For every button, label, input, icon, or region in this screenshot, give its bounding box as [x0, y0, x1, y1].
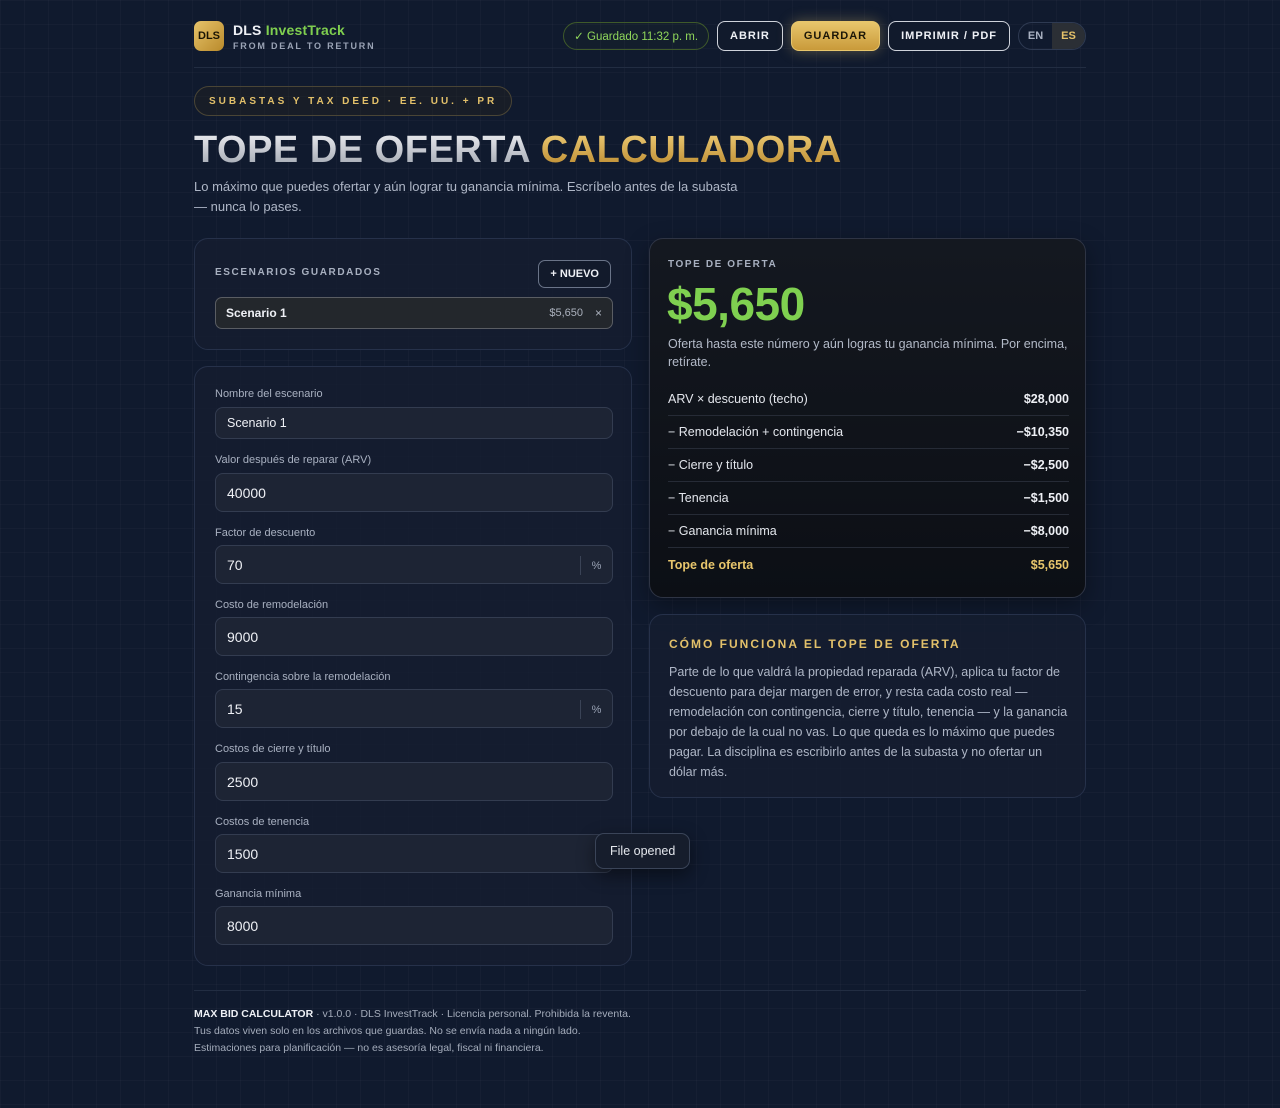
how-it-works-title: CÓMO FUNCIONA EL TOPE DE OFERTA	[669, 637, 961, 651]
page-title-part2: CALCULADORA	[540, 129, 842, 171]
footer-line-2: Tus datos viven solo en los archivos que…	[194, 1025, 581, 1037]
app-header: DLS DLS InvestTrack FROM DEAL TO RETURN …	[194, 20, 1086, 54]
page-title: TOPE DE OFERTA CALCULADORA	[194, 127, 842, 173]
category-badge: SUBASTAS Y TAX DEED · EE. UU. + PR	[194, 86, 513, 116]
breakdown-row: − Cierre y título −$2,500	[668, 449, 1069, 482]
inputs-card: Nombre del escenario Scenario 1 Valor de…	[194, 366, 632, 966]
breakdown-row: ARV × descuento (techo) $28,000	[668, 383, 1069, 416]
page-subtitle: Lo máximo que puedes ofertar y aún logra…	[194, 179, 738, 214]
logo-icon: DLS	[194, 21, 224, 51]
print-pdf-button[interactable]: IMPRIMIR / PDF	[888, 21, 1010, 51]
breakdown-label: ARV × descuento (techo)	[668, 392, 808, 406]
breakdown-value: −$2,500	[1023, 458, 1069, 472]
rehab-label: Costo de remodelación	[215, 599, 329, 611]
breakdown-label: − Remodelación + contingencia	[668, 425, 844, 439]
scenario-name-label: Nombre del escenario	[215, 388, 323, 400]
breakdown-label: − Cierre y título	[668, 458, 754, 472]
footer-line-3: Estimaciones para planificación — no es …	[194, 1042, 544, 1054]
arv-label: Valor después de reparar (ARV)	[215, 454, 372, 466]
breakdown-total-value: $5,650	[1030, 557, 1069, 572]
min-profit-label: Ganancia mínima	[215, 888, 302, 900]
breakdown-label: − Ganancia mínima	[668, 524, 777, 538]
breakdown-label: − Tenencia	[668, 491, 729, 505]
breakdown-row: − Ganancia mínima −$8,000	[668, 515, 1069, 548]
percent-suffix: %	[580, 700, 612, 719]
page-title-part1: TOPE DE OFERTA	[194, 129, 541, 171]
how-it-works-card: CÓMO FUNCIONA EL TOPE DE OFERTA Parte de…	[649, 614, 1086, 798]
new-scenario-button[interactable]: + NUEVO	[538, 260, 611, 288]
header-divider	[194, 67, 1086, 68]
header-actions: ✓ Guardado 11:32 p. m. ABRIR GUARDAR IMP…	[563, 21, 1086, 51]
closing-input[interactable]: 2500	[215, 762, 613, 801]
brand: DLS InvestTrack FROM DEAL TO RETURN	[233, 22, 375, 51]
breakdown-value: −$8,000	[1023, 524, 1069, 538]
breakdown-table: ARV × descuento (techo) $28,000 − Remode…	[668, 383, 1069, 581]
breakdown-value: $28,000	[1023, 392, 1069, 406]
breakdown-row: − Remodelación + contingencia −$10,350	[668, 416, 1069, 449]
breakdown-value: −$1,500	[1023, 491, 1069, 505]
scenario-name-input[interactable]: Scenario 1	[215, 407, 613, 439]
max-bid-amount: $5,650	[667, 278, 805, 330]
percent-suffix: %	[580, 556, 612, 575]
result-note: Oferta hasta este número y aún logras tu…	[668, 337, 1068, 369]
how-it-works-body: Parte de lo que valdrá la propiedad repa…	[669, 665, 1068, 779]
breakdown-value: −$10,350	[1016, 425, 1069, 439]
scenario-value: $5,650	[549, 307, 583, 319]
closing-label: Costos de cierre y título	[215, 743, 331, 755]
breakdown-total-label: Tope de oferta	[668, 557, 754, 572]
holding-label: Costos de tenencia	[215, 816, 310, 828]
open-button[interactable]: ABRIR	[717, 21, 783, 51]
min-profit-input[interactable]: 8000	[215, 906, 613, 945]
discount-value: 70	[227, 556, 243, 573]
footer-version: · v1.0.0 · DLS InvestTrack · Licencia pe…	[313, 1008, 631, 1020]
save-button[interactable]: GUARDAR	[790, 21, 881, 51]
contingency-label: Contingencia sobre la remodelación	[215, 671, 391, 683]
holding-input[interactable]: 1500	[215, 834, 613, 873]
remove-scenario-icon[interactable]: ×	[595, 306, 602, 320]
footer: MAX BID CALCULATOR · v1.0.0 · DLS Invest…	[194, 1006, 794, 1057]
brand-name-accent: InvestTrack	[265, 22, 345, 38]
saved-scenarios-card: ESCENARIOS GUARDADOS + NUEVO Scenario 1 …	[194, 238, 632, 350]
saved-scenarios-label: ESCENARIOS GUARDADOS	[215, 267, 382, 278]
scenario-name: Scenario 1	[226, 306, 287, 320]
arv-input[interactable]: 40000	[215, 473, 613, 512]
toast-notification: File opened	[595, 833, 691, 869]
brand-name: DLS InvestTrack	[233, 22, 375, 38]
language-toggle: EN ES	[1018, 22, 1086, 50]
contingency-value: 15	[227, 700, 243, 717]
breakdown-row: − Tenencia −$1,500	[668, 482, 1069, 515]
lang-en-button[interactable]: EN	[1019, 23, 1052, 49]
footer-product: MAX BID CALCULATOR	[194, 1008, 314, 1020]
breakdown-total-row: Tope de oferta $5,650	[668, 548, 1069, 581]
discount-input[interactable]: 70 %	[215, 545, 613, 584]
contingency-input[interactable]: 15 %	[215, 689, 613, 728]
discount-label: Factor de descuento	[215, 527, 316, 539]
footer-line-1: MAX BID CALCULATOR · v1.0.0 · DLS Invest…	[194, 1006, 794, 1023]
brand-name-main: DLS	[233, 22, 266, 38]
brand-tagline: FROM DEAL TO RETURN	[233, 41, 376, 51]
saved-status-badge: ✓ Guardado 11:32 p. m.	[563, 22, 710, 50]
result-label: TOPE DE OFERTA	[668, 259, 778, 270]
scenario-item[interactable]: Scenario 1 $5,650 ×	[215, 297, 613, 329]
result-card: TOPE DE OFERTA $5,650 Oferta hasta este …	[649, 238, 1086, 598]
lang-es-button[interactable]: ES	[1052, 23, 1085, 49]
footer-divider	[194, 990, 1086, 991]
rehab-input[interactable]: 9000	[215, 617, 613, 656]
